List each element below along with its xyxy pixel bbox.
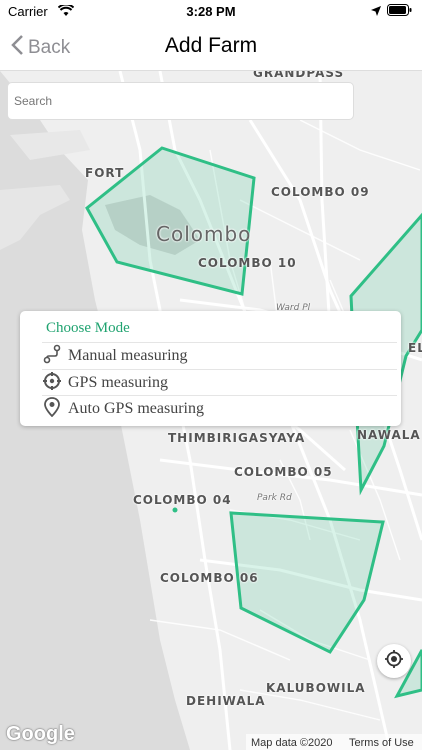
clock: 3:28 PM bbox=[186, 4, 236, 19]
map-label-ela: ELA bbox=[408, 341, 422, 355]
map-data-attribution: Map data ©2020 bbox=[251, 737, 333, 749]
manual-measuring-option[interactable]: Manual measuring bbox=[42, 342, 397, 369]
map-label-park-rd: Park Rd bbox=[257, 493, 292, 503]
battery-icon bbox=[387, 3, 412, 21]
map-label-colombo-05: COLOMBO 05 bbox=[234, 465, 333, 479]
my-location-button[interactable] bbox=[377, 644, 411, 678]
terms-of-use-link[interactable]: Terms of Use bbox=[349, 737, 414, 749]
map-label-colombo-09: COLOMBO 09 bbox=[271, 185, 370, 199]
choose-mode-panel: Choose Mode Manual measuring GPS measuri… bbox=[20, 311, 401, 426]
map-label-dehiwala: DEHIWALA bbox=[186, 694, 266, 708]
map-label-colombo: Colombo bbox=[156, 222, 252, 246]
route-icon bbox=[42, 344, 68, 369]
auto-gps-measuring-option[interactable]: Auto GPS measuring bbox=[42, 395, 397, 422]
page-title: Add Farm bbox=[164, 34, 258, 57]
map-pin-icon bbox=[42, 396, 68, 422]
navigation-bar: Back Add Farm bbox=[0, 24, 422, 71]
choose-mode-title: Choose Mode bbox=[46, 320, 130, 336]
crosshair-icon bbox=[42, 371, 68, 396]
map-label-colombo-10: COLOMBO 10 bbox=[198, 256, 297, 270]
map-label-kalubowila: KALUBOWILA bbox=[266, 681, 366, 695]
gps-measuring-option[interactable]: GPS measuring bbox=[42, 369, 397, 396]
location-arrow-icon bbox=[371, 3, 381, 21]
manual-measuring-label: Manual measuring bbox=[68, 347, 188, 364]
google-logo: Google bbox=[6, 723, 75, 745]
map-label-fort: FORT bbox=[85, 166, 125, 180]
map-label-nawala: NAWALA bbox=[357, 428, 421, 442]
map-label-colombo-04: COLOMBO 04 bbox=[133, 493, 232, 507]
crosshair-icon bbox=[384, 649, 404, 674]
gps-measuring-label: GPS measuring bbox=[68, 374, 168, 391]
auto-gps-measuring-label: Auto GPS measuring bbox=[68, 400, 204, 417]
map-label-thimbirigasyaya: THIMBIRIGASYAYA bbox=[168, 431, 306, 445]
search-input[interactable] bbox=[7, 82, 354, 120]
status-bar: Carrier 3:28 PM bbox=[0, 0, 422, 24]
map-label-colombo-06: COLOMBO 06 bbox=[160, 571, 259, 585]
